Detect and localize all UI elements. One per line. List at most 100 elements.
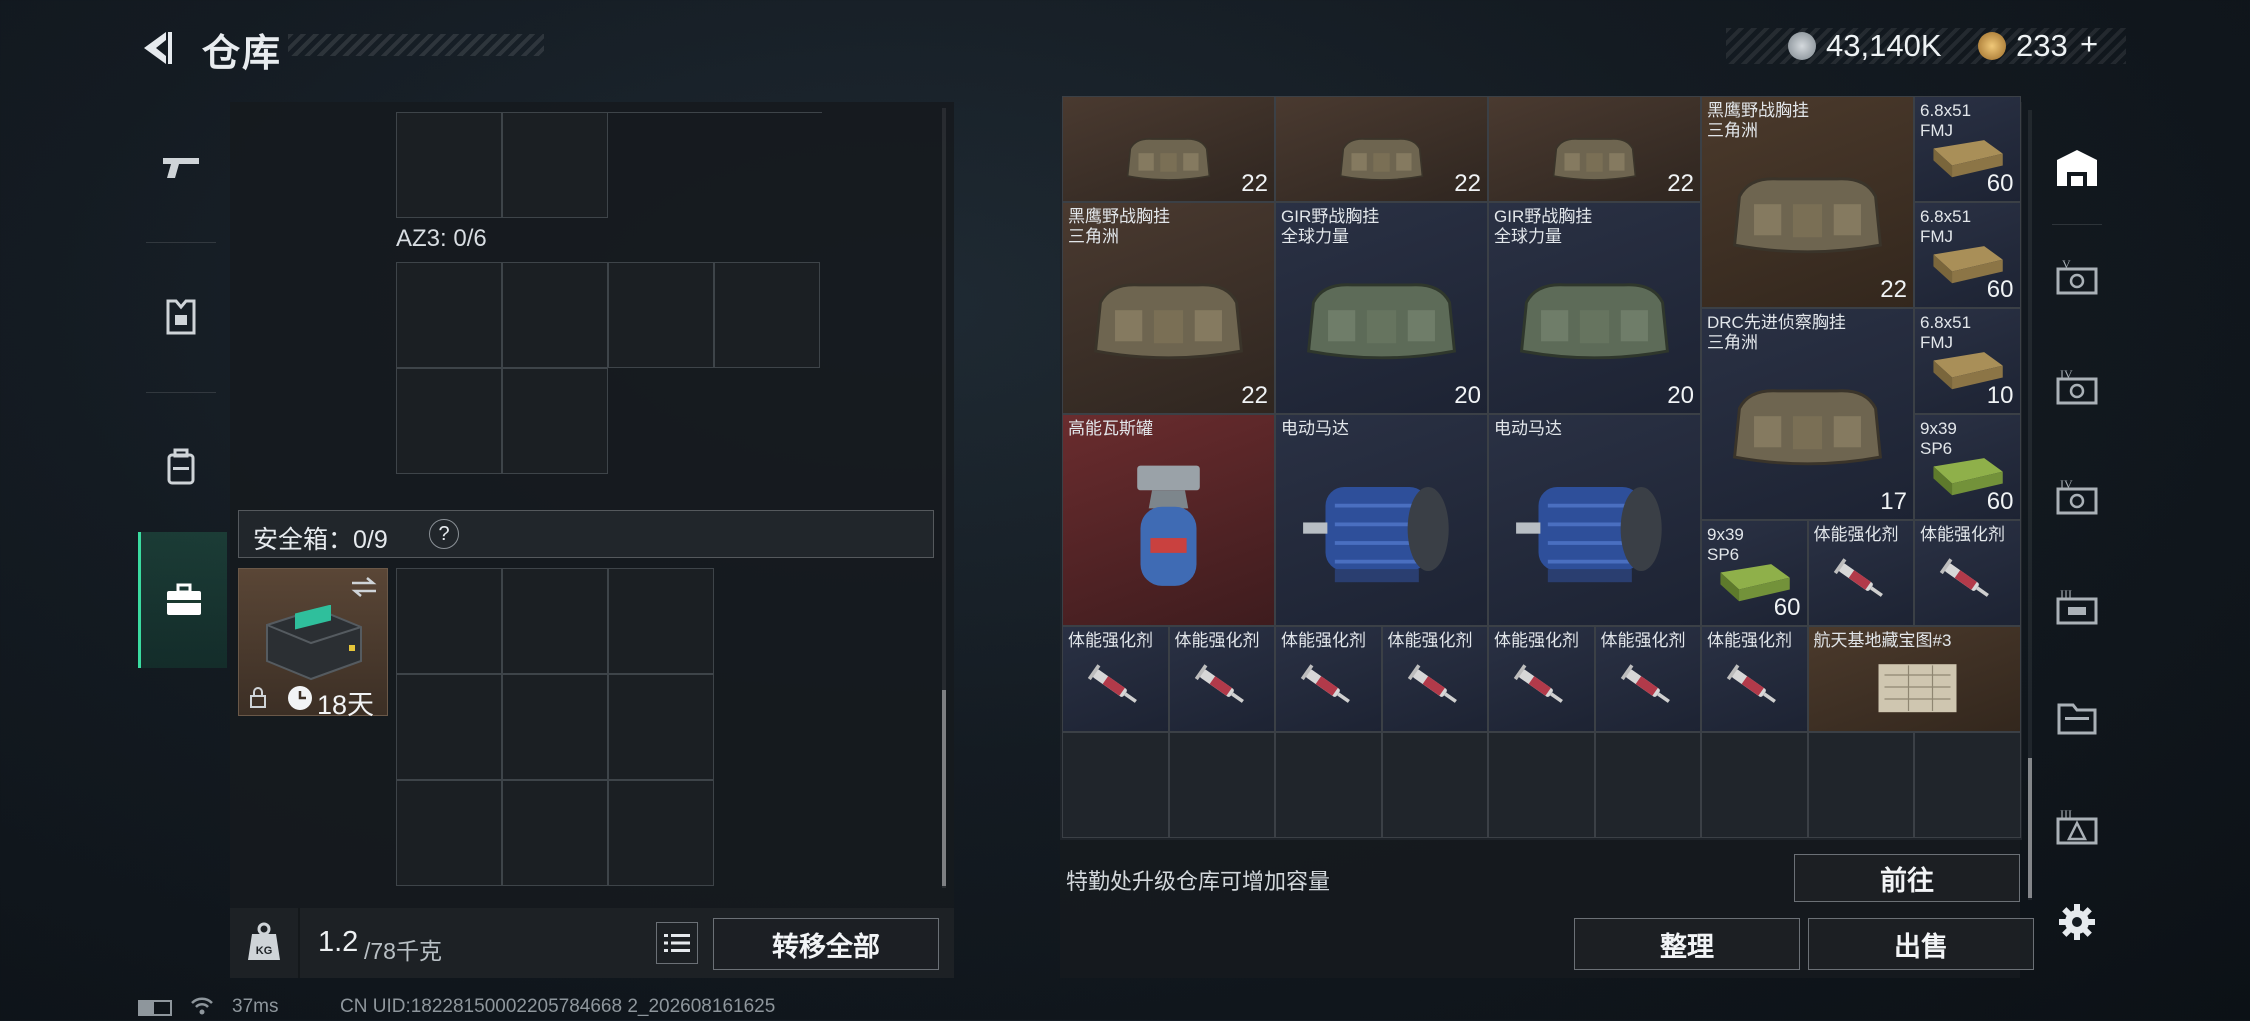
safebox-slot[interactable] [502,568,608,674]
tab-case-4a[interactable]: IV [2042,337,2112,437]
item-count: 22 [1241,382,1268,409]
storage-item[interactable]: 22 [1062,96,1275,202]
container-slot[interactable] [502,112,608,218]
item-image [1507,459,1682,599]
nav-weapons[interactable] [138,102,224,232]
tier-4-case-icon: IV [2056,477,2098,515]
item-image [1286,657,1371,717]
safebox-slot[interactable] [396,568,502,674]
tier-3-case-icon: III [2056,587,2098,625]
az3-slot[interactable] [608,262,714,368]
empty-storage-slot[interactable] [1701,732,1808,838]
transfer-all-button[interactable]: 转移全部 [713,918,939,970]
item-image [1499,657,1584,717]
empty-storage-slot[interactable] [1381,732,1488,838]
weight-max: /78千克 [364,938,442,964]
safebox-slot[interactable] [608,674,714,780]
nav-backpack[interactable] [138,402,224,532]
item-count: 22 [1667,170,1694,197]
tab-case-3b[interactable]: III [2042,777,2112,877]
item-image [1081,247,1256,387]
safebox-slot[interactable] [502,674,608,780]
empty-storage-slot[interactable] [1807,732,1914,838]
storage-item[interactable]: 6.8x51 FMJ 60 [1914,202,2021,308]
storage-item[interactable]: 体能强化剂 [1701,626,1808,732]
item-name: 体能强化剂 [1600,631,1686,650]
settings-button[interactable] [2042,872,2112,972]
empty-storage-slot[interactable] [1275,732,1382,838]
storage-item[interactable]: 电动马达 [1488,414,1701,626]
safebox-slot[interactable] [608,568,714,674]
storage-item[interactable]: 22 [1488,96,1701,202]
left-scrollbar-thumb[interactable] [942,690,946,886]
clock-icon [288,686,312,710]
storage-item[interactable]: 电动马达 [1275,414,1488,626]
item-name: GIR野战胸挂 全球力量 [1494,207,1593,246]
storage-item[interactable]: 体能强化剂 [1062,626,1169,732]
az3-slot[interactable] [502,262,608,368]
item-name: GIR野战胸挂 全球力量 [1281,207,1380,246]
empty-storage-slot[interactable] [1594,732,1701,838]
item-image [1081,127,1256,187]
item-count: 20 [1667,382,1694,409]
storage-item[interactable]: 黑鹰野战胸挂 三角洲 22 [1701,96,1914,308]
storage-item[interactable]: 体能强化剂 [1488,626,1595,732]
tab-folder[interactable] [2042,667,2112,767]
storage-item[interactable]: 黑鹰野战胸挂 三角洲 22 [1062,202,1275,414]
top-bar: 仓库 43,140K 233 + [0,0,2250,100]
storage-item[interactable]: 体能强化剂 [1594,626,1701,732]
safebox-capacity-label: 安全箱：0/9 [253,526,388,554]
nav-safebox[interactable] [138,532,227,668]
help-icon[interactable]: ? [429,519,459,549]
empty-storage-slot[interactable] [1062,732,1169,838]
empty-storage-slot[interactable] [1914,732,2021,838]
storage-item[interactable]: GIR野战胸挂 全球力量 20 [1275,202,1488,414]
storage-item[interactable]: 高能瓦斯罐 [1062,414,1275,626]
storage-item[interactable]: 体能强化剂 [1914,520,2021,626]
item-image [1294,247,1469,387]
goto-button[interactable]: 前往 [1794,854,2020,902]
az3-slot[interactable] [714,262,820,368]
swap-icon [351,577,377,597]
storage-item[interactable]: DRC先进侦察胸挂 三角洲 17 [1701,308,1914,520]
back-arrow-icon[interactable] [138,28,178,68]
storage-item[interactable]: 航天基地藏宝图#3 [1807,626,2021,732]
storage-item[interactable]: 体能强化剂 [1275,626,1382,732]
svg-text:IV: IV [2060,367,2073,381]
storage-item[interactable]: 体能强化剂 [1168,626,1275,732]
item-image [1081,459,1256,599]
safebox-slot[interactable] [396,780,502,886]
item-name: 体能强化剂 [1387,631,1473,650]
storage-item[interactable]: GIR野战胸挂 全球力量 20 [1488,202,1701,414]
nav-armor[interactable] [138,252,224,382]
tab-main-storage[interactable] [2042,118,2112,218]
tab-case-4b[interactable]: IV [2042,447,2112,547]
container-slot[interactable] [396,112,502,218]
list-view-button[interactable] [656,922,698,964]
safebox-slot[interactable] [396,674,502,780]
safebox-slot[interactable] [608,780,714,886]
safebox-item[interactable]: 18天 [238,568,388,720]
item-name: 体能强化剂 [1068,631,1153,650]
storage-item[interactable]: 9x39 SP6 60 [1701,520,1808,626]
tier-3-case-icon: III [2056,807,2098,845]
empty-storage-slot[interactable] [1488,732,1595,838]
az3-slot[interactable] [396,368,502,474]
storage-item[interactable]: 6.8x51 FMJ 60 [1914,96,2021,202]
az3-slot[interactable] [502,368,608,474]
add-currency-button[interactable]: + [2080,26,2098,62]
storage-item[interactable]: 9x39 SP6 60 [1914,414,2021,520]
storage-item[interactable]: 体能强化剂 [1381,626,1488,732]
empty-storage-slot[interactable] [1168,732,1275,838]
sell-button[interactable]: 出售 [1808,918,2034,970]
storage-item[interactable]: 体能强化剂 [1807,520,1914,626]
az3-slot[interactable] [396,262,502,368]
item-count: 22 [1241,170,1268,197]
storage-item[interactable]: 22 [1275,96,1488,202]
organize-button[interactable]: 整理 [1574,918,1800,970]
right-scrollbar-thumb[interactable] [2028,758,2032,898]
storage-item[interactable]: 6.8x51 FMJ 10 [1914,308,2021,414]
safebox-slot[interactable] [502,780,608,886]
tab-case-3a[interactable]: III [2042,557,2112,657]
tab-case-5[interactable]: V [2042,227,2112,327]
